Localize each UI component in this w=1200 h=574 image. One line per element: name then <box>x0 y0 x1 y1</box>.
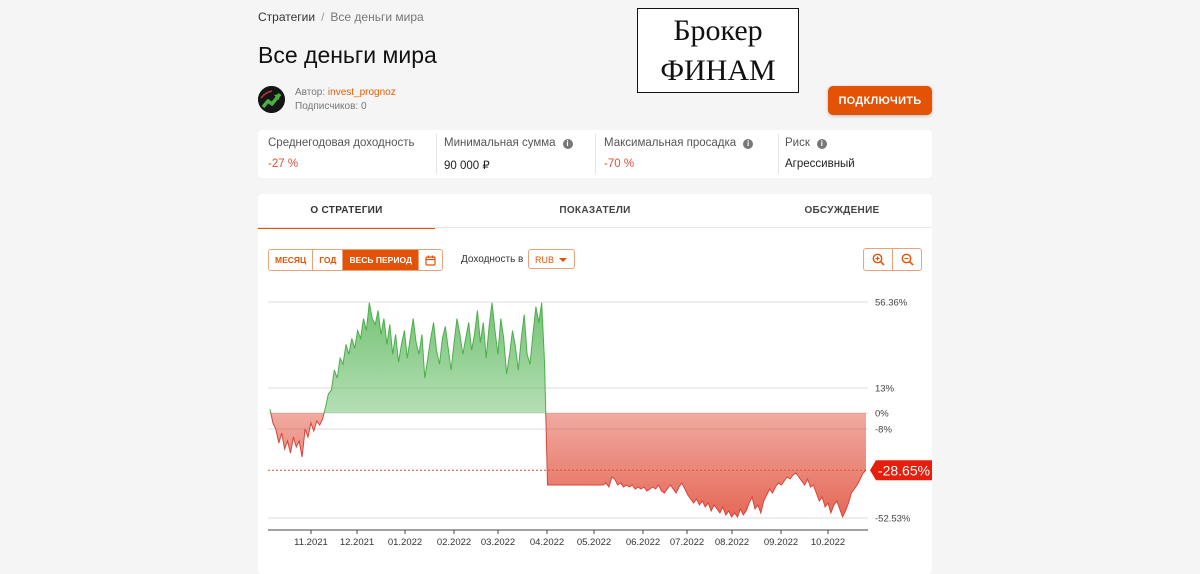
x-tick-label: 12.2021 <box>340 537 374 548</box>
x-tick-label: 09.2022 <box>764 537 798 548</box>
current-value-label: -28.65% <box>878 462 930 478</box>
x-tick-label: 10.2022 <box>811 537 845 548</box>
x-tick-label: 06.2022 <box>626 537 660 548</box>
x-tick-label: 05.2022 <box>577 537 611 548</box>
y-tick-label: 13% <box>875 384 895 395</box>
x-tick-label: 01.2022 <box>388 537 422 548</box>
y-tick-label: -52.53% <box>875 514 911 525</box>
y-tick-label: 0% <box>875 409 889 420</box>
x-tick-label: 02.2022 <box>437 537 471 548</box>
x-tick-label: 08.2022 <box>715 537 749 548</box>
x-tick-label: 11.2021 <box>294 537 328 548</box>
y-tick-label: -8% <box>875 425 892 436</box>
x-tick-label: 07.2022 <box>670 537 704 548</box>
y-tick-label: 56.36% <box>875 298 908 309</box>
performance-chart[interactable]: 56.36% 13% 0% -8% -52.53% -28.65% 11.2021 12.20… <box>0 0 1200 561</box>
x-tick-label: 04.2022 <box>530 537 564 548</box>
x-tick-label: 03.2022 <box>481 537 515 548</box>
